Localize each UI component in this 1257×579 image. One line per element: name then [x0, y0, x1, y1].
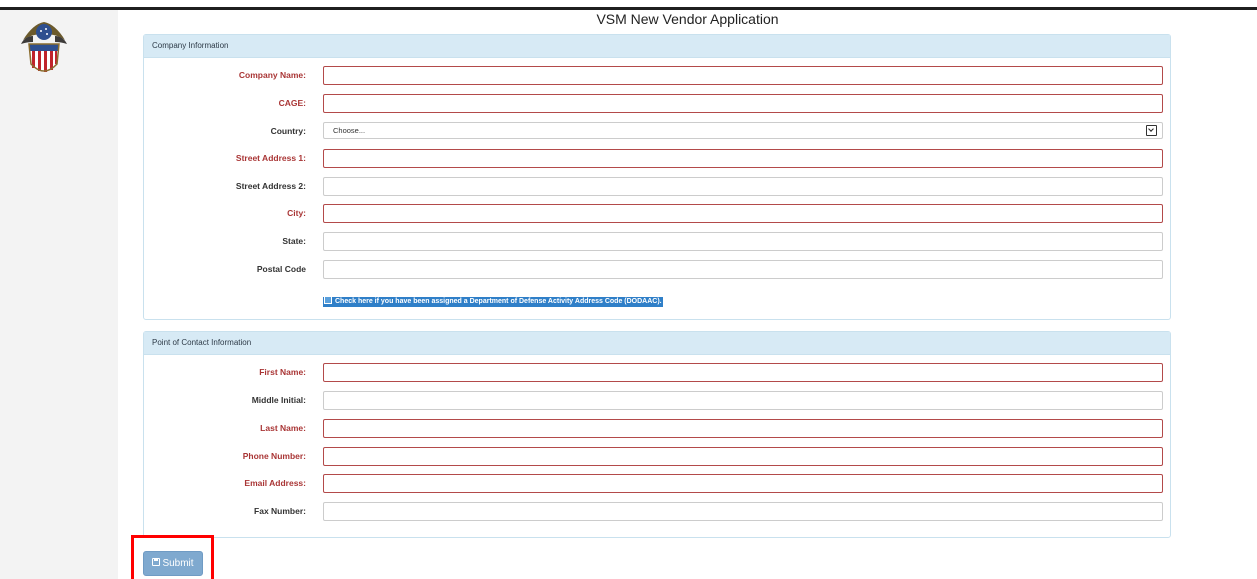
email-address-label: Email Address: [244, 478, 306, 488]
point-of-contact-panel: Point of Contact Information First Name:… [143, 331, 1171, 538]
phone-number-label: Phone Number: [242, 451, 306, 461]
dla-seal-logo [21, 22, 67, 72]
cage-row: CAGE: [144, 94, 1170, 113]
fax-number-input[interactable] [323, 502, 1163, 521]
submit-button[interactable]: Submit [143, 551, 203, 576]
email-address-input[interactable] [323, 474, 1163, 493]
company-name-row: Company Name: [144, 66, 1170, 85]
street-address-1-label: Street Address 1: [235, 153, 306, 163]
floppy-disk-icon [152, 558, 161, 567]
company-name-label: Company Name: [238, 70, 306, 80]
country-row: Country: Choose... [144, 122, 1170, 141]
page-title: VSM New Vendor Application [596, 11, 779, 27]
fax-number-row: Fax Number: [144, 502, 1170, 521]
last-name-label: Last Name: [260, 423, 306, 433]
fax-number-label: Fax Number: [254, 506, 306, 516]
phone-number-input[interactable] [323, 447, 1163, 466]
company-name-input[interactable] [323, 66, 1163, 85]
chevron-down-icon[interactable] [1146, 125, 1157, 136]
company-information-heading: Company Information [144, 35, 1170, 58]
last-name-row: Last Name: [144, 419, 1170, 438]
postal-code-label: Postal Code [256, 264, 306, 274]
country-select[interactable]: Choose... [323, 122, 1163, 139]
checkbox-icon[interactable] [324, 296, 332, 305]
dodaac-label-text: Check here if you have been assigned a D… [335, 298, 662, 305]
country-selected-value: Choose... [333, 126, 366, 135]
first-name-label: First Name: [259, 367, 306, 377]
last-name-input[interactable] [323, 419, 1163, 438]
submit-label: Submit [162, 558, 194, 569]
street-address-2-row: Street Address 2: [144, 177, 1170, 196]
phone-number-row: Phone Number: [144, 447, 1170, 466]
postal-code-row: Postal Code [144, 260, 1170, 279]
street-address-1-row: Street Address 1: [144, 149, 1170, 168]
left-sidebar [0, 10, 118, 579]
street-address-2-label: Street Address 2: [235, 181, 306, 191]
top-border [0, 7, 1257, 10]
point-of-contact-heading: Point of Contact Information [144, 332, 1170, 355]
state-row: State: [144, 232, 1170, 251]
state-label: State: [282, 236, 306, 246]
cage-label: CAGE: [278, 98, 306, 108]
state-input[interactable] [323, 232, 1163, 251]
country-label: Country: [270, 126, 306, 136]
city-row: City: [144, 204, 1170, 223]
email-address-row: Email Address: [144, 474, 1170, 493]
street-address-2-input[interactable] [323, 177, 1163, 196]
middle-initial-input[interactable] [323, 391, 1163, 410]
city-label: City: [287, 208, 306, 218]
cage-input[interactable] [323, 94, 1163, 113]
city-input[interactable] [323, 204, 1163, 223]
first-name-row: First Name: [144, 363, 1170, 382]
street-address-1-input[interactable] [323, 149, 1163, 168]
postal-code-input[interactable] [323, 260, 1163, 279]
first-name-input[interactable] [323, 363, 1163, 382]
middle-initial-row: Middle Initial: [144, 391, 1170, 410]
middle-initial-label: Middle Initial: [251, 395, 306, 405]
dodaac-checkbox-label[interactable]: Check here if you have been assigned a D… [323, 296, 663, 307]
company-information-panel: Company Information Company Name: CAGE: … [143, 34, 1171, 320]
